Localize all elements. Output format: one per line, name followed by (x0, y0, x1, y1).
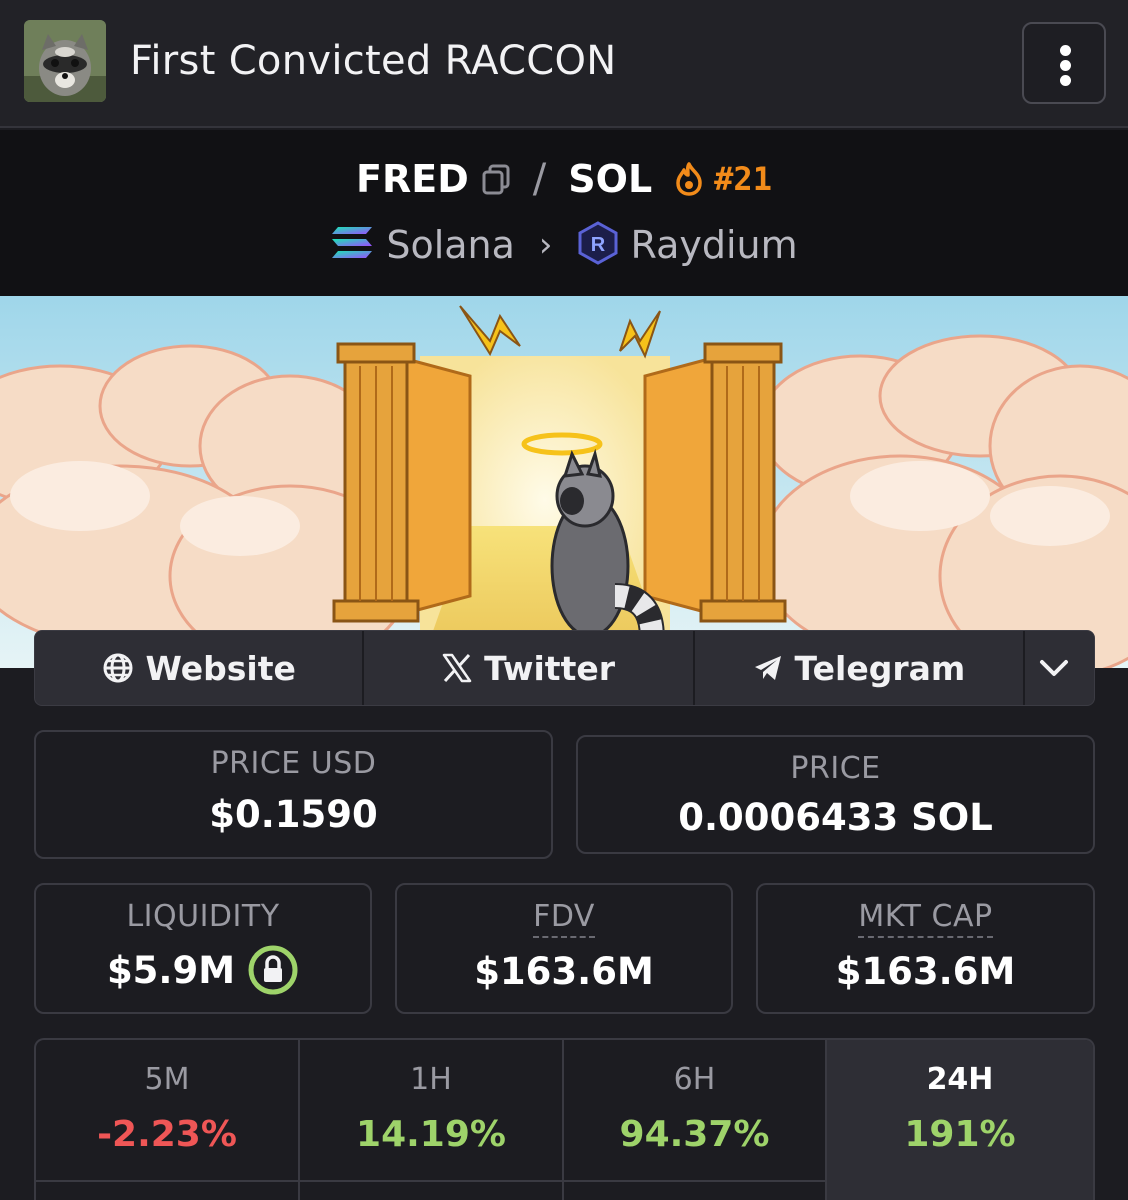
liquidity-label: LIQUIDITY (126, 899, 280, 934)
chain-link[interactable]: Solana (386, 223, 515, 267)
telegram-icon (754, 656, 781, 680)
raydium-icon: R (577, 221, 619, 269)
divider (564, 1180, 825, 1182)
market-cap-card[interactable]: MKT CAP $163.6M (756, 883, 1095, 1014)
social-links-bar: Website Twitter Telegram (34, 630, 1095, 706)
trending-rank: #21 (714, 160, 772, 198)
fdv-label: FDV (533, 899, 595, 938)
tab-label: 24H (926, 1062, 994, 1097)
market-cap-label: MKT CAP (858, 899, 993, 938)
tab-value: 14.19% (356, 1114, 506, 1155)
lock-icon[interactable] (247, 944, 299, 996)
token-banner (0, 296, 1128, 668)
base-symbol: FRED (356, 157, 469, 201)
tab-6h[interactable]: 6H 94.37% (564, 1040, 827, 1200)
tab-value: -2.23% (97, 1114, 237, 1155)
tab-value: 191% (904, 1114, 1016, 1155)
more-vertical-icon-dot (1060, 60, 1071, 71)
tab-label: 5M (144, 1062, 190, 1097)
solana-icon (330, 225, 374, 265)
tab-value: 94.37% (619, 1114, 770, 1155)
price-usd-card: PRICE USD $0.1590 (34, 730, 553, 859)
copy-icon[interactable] (481, 163, 511, 195)
telegram-button[interactable]: Telegram (695, 631, 1026, 705)
website-label: Website (145, 648, 296, 688)
website-button[interactable]: Website (35, 631, 365, 705)
price-change-tabs: 5M -2.23% 1H 14.19% 6H 94.37% 24H 191% (34, 1038, 1095, 1200)
fdv-card[interactable]: FDV $163.6M (395, 883, 733, 1014)
token-name: First Convicted RACCON (130, 38, 617, 84)
pair-separator: / (532, 156, 547, 202)
liquidity-row: $5.9M (36, 944, 370, 996)
more-vertical-icon-dot (1060, 75, 1071, 86)
market-cap-value: $163.6M (835, 950, 1016, 993)
quote-symbol: SOL (568, 157, 653, 201)
fdv-value: $163.6M (474, 950, 654, 993)
svg-text:R: R (590, 234, 605, 256)
app-header: First Convicted RACCON (0, 0, 1128, 128)
price-usd-label: PRICE USD (210, 746, 377, 781)
tab-label: 6H (673, 1062, 716, 1097)
price-label: PRICE (790, 751, 881, 786)
tab-1h[interactable]: 1H 14.19% (300, 1040, 564, 1200)
liquidity-value: $5.9M (106, 948, 236, 992)
liquidity-card: LIQUIDITY $5.9M (34, 883, 372, 1014)
more-menu-button[interactable] (1022, 22, 1106, 104)
chevron-right-icon: › (538, 225, 553, 265)
divider (36, 1180, 298, 1182)
price-usd-value: $0.1590 (209, 793, 378, 836)
dex-link[interactable]: Raydium (631, 223, 798, 267)
x-icon (442, 653, 472, 683)
pair-info: FRED / SOL #21 Solana › R Raydium (0, 130, 1128, 296)
tab-label: 1H (410, 1062, 452, 1097)
chevron-down-icon (1039, 660, 1068, 676)
divider (300, 1180, 562, 1182)
chain-row: Solana › R Raydium (0, 220, 1128, 270)
twitter-label: Twitter (484, 648, 615, 688)
mcap-label-wrap: MKT CAP (758, 899, 1093, 938)
tab-24h[interactable]: 24H 191% (827, 1040, 1093, 1200)
flame-icon (674, 162, 704, 196)
token-avatar[interactable] (24, 20, 106, 102)
telegram-label: Telegram (794, 648, 966, 688)
twitter-button[interactable]: Twitter (364, 631, 695, 705)
price-native-value: 0.0006433 SOL (678, 796, 993, 839)
globe-icon (103, 653, 133, 683)
tab-5m[interactable]: 5M -2.23% (36, 1040, 300, 1200)
more-links-button[interactable] (1025, 631, 1094, 705)
more-vertical-icon (1060, 45, 1071, 56)
pair-row: FRED / SOL #21 (0, 156, 1128, 202)
price-native-card: PRICE 0.0006433 SOL (576, 735, 1095, 854)
fdv-label-wrap: FDV (397, 899, 731, 938)
